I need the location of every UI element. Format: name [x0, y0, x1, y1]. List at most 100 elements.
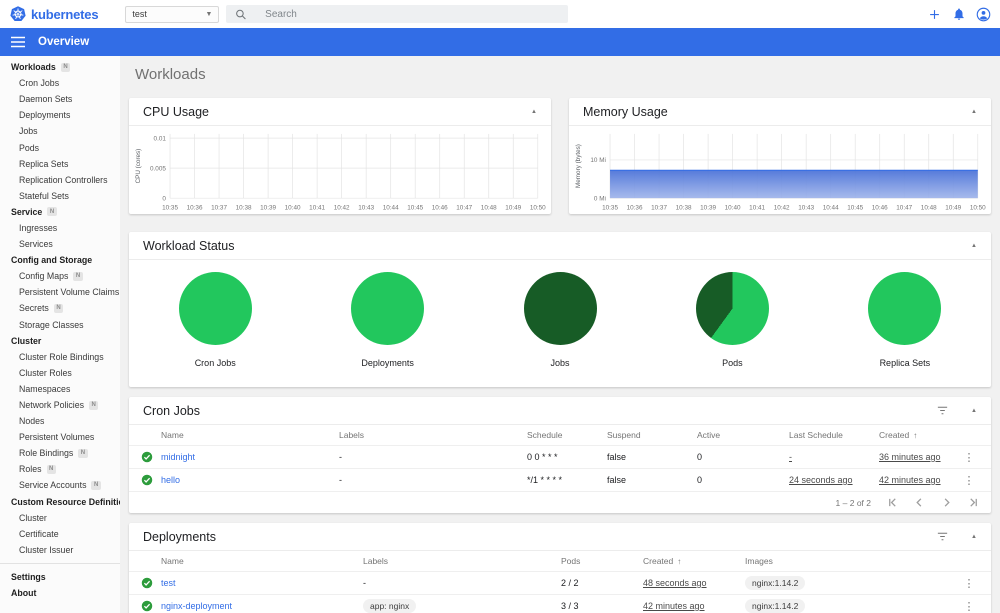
column-header-schedule[interactable]: Schedule — [527, 430, 607, 440]
resource-link[interactable]: midnight — [161, 452, 195, 462]
sidebar-item-cluster[interactable]: Cluster — [0, 510, 120, 526]
sidebar-item-label: Storage Classes — [19, 319, 84, 330]
resource-link[interactable]: hello — [161, 475, 180, 485]
sidebar-item-service-accounts[interactable]: Service Accounts N — [0, 477, 120, 493]
filter-icon[interactable] — [936, 530, 949, 543]
sidebar-item-deployments[interactable]: Deployments — [0, 107, 120, 123]
sidebar-item-pods[interactable]: Pods — [0, 139, 120, 155]
sidebar-item-cluster-issuer[interactable]: Cluster Issuer — [0, 542, 120, 558]
sidebar-item-certificate[interactable]: Certificate — [0, 526, 120, 542]
sidebar-item-about[interactable]: About — [0, 585, 120, 601]
collapse-icon[interactable]: ▲ — [971, 109, 977, 115]
row-menu-button[interactable]: ⋮ — [957, 451, 981, 464]
resource-link[interactable]: nginx-deployment — [161, 601, 232, 611]
column-header-created[interactable]: Created ↑ — [879, 430, 957, 440]
search-input[interactable] — [265, 8, 560, 20]
workload-status-pies: Cron Jobs Deployments Jobs Pods Replica Sets — [129, 260, 991, 368]
table-header-row: Name Labels Schedule Suspend Active Last Sche… — [129, 425, 991, 445]
sidebar-item-replication-controllers[interactable]: Replication Controllers — [0, 172, 120, 188]
column-header-active[interactable]: Active — [697, 430, 789, 440]
account-button[interactable] — [976, 7, 991, 22]
previous-page-button[interactable] — [914, 497, 925, 508]
cell-labels: - — [339, 475, 342, 485]
sidebar-item-custom-resource-definitions[interactable]: Custom Resource Definitions — [0, 494, 120, 510]
row-menu-button[interactable]: ⋮ — [957, 474, 981, 487]
last-page-button[interactable] — [968, 497, 979, 508]
collapse-icon[interactable]: ▲ — [971, 408, 977, 414]
column-header-pods[interactable]: Pods — [561, 556, 643, 566]
sidebar-item-cron-jobs[interactable]: Cron Jobs — [0, 75, 120, 91]
namespaced-badge: N — [47, 207, 57, 217]
column-header-name[interactable]: Name — [161, 430, 339, 440]
sidebar-item-workloads[interactable]: Workloads N — [0, 59, 120, 75]
row-menu-button[interactable]: ⋮ — [957, 577, 981, 590]
column-header-suspend[interactable]: Suspend — [607, 430, 697, 440]
sidebar-item-stateful-sets[interactable]: Stateful Sets — [0, 188, 120, 204]
image-chip: nginx:1.14.2 — [745, 576, 806, 590]
sidebar-item-label: Network Policies — [19, 400, 85, 411]
sidebar-item-label: Jobs — [19, 126, 38, 137]
sidebar-item-settings[interactable]: Settings — [0, 569, 120, 585]
kubernetes-logo-icon — [10, 6, 26, 22]
svg-text:10:43: 10:43 — [358, 205, 374, 212]
sidebar-item-cluster[interactable]: Cluster — [0, 333, 120, 349]
resource-link[interactable]: test — [161, 578, 176, 588]
sidebar-item-services[interactable]: Services — [0, 236, 120, 252]
sidebar-item-config-maps[interactable]: Config Maps N — [0, 268, 120, 284]
column-header-images[interactable]: Images — [745, 556, 957, 566]
sidebar: Workloads N Cron Jobs Daemon Sets Deployment… — [0, 56, 120, 613]
sidebar-item-storage-classes[interactable]: Storage Classes — [0, 317, 120, 333]
column-header-last-schedule[interactable]: Last Schedule — [789, 430, 879, 440]
create-resource-button[interactable] — [927, 7, 942, 22]
collapse-icon[interactable]: ▲ — [971, 534, 977, 540]
sidebar-item-nodes[interactable]: Nodes — [0, 413, 120, 429]
cell-active: 0 — [697, 452, 703, 462]
filter-icon[interactable] — [936, 404, 949, 417]
table-row: nginx-deployment app: nginx 3 / 3 42 minute… — [129, 594, 991, 613]
collapse-icon[interactable]: ▲ — [971, 243, 977, 249]
column-header-labels[interactable]: Labels — [339, 430, 527, 440]
next-page-button[interactable] — [941, 497, 952, 508]
sidebar-item-label: Cluster Roles — [19, 367, 72, 378]
app-header: kubernetes test ▼ — [0, 0, 1000, 28]
sidebar-item-ingresses[interactable]: Ingresses — [0, 220, 120, 236]
deployments-table: Name Labels Pods Created ↑ Images test - 2 / 2 48… — [129, 551, 991, 613]
sidebar-item-daemon-sets[interactable]: Daemon Sets — [0, 91, 120, 107]
sidebar-item-service[interactable]: Service N — [0, 204, 120, 220]
sidebar-item-persistent-volumes[interactable]: Persistent Volumes — [0, 429, 120, 445]
sidebar-item-roles[interactable]: Roles N — [0, 461, 120, 477]
sidebar-item-role-bindings[interactable]: Role Bindings N — [0, 445, 120, 461]
sidebar-item-config-and-storage[interactable]: Config and Storage — [0, 252, 120, 268]
search-bar[interactable] — [226, 5, 569, 23]
namespace-selector[interactable]: test ▼ — [125, 5, 220, 23]
sidebar-item-label: Roles — [19, 464, 42, 475]
first-page-button[interactable] — [887, 497, 898, 508]
column-header-labels[interactable]: Labels — [363, 556, 561, 566]
sidebar-divider — [0, 562, 120, 564]
column-header-name[interactable]: Name — [161, 556, 363, 566]
notifications-button[interactable] — [952, 7, 966, 21]
svg-text:10:39: 10:39 — [700, 205, 716, 212]
row-menu-button[interactable]: ⋮ — [957, 600, 981, 613]
cell-schedule: */1 * * * * — [527, 475, 563, 485]
sidebar-item-replica-sets[interactable]: Replica Sets — [0, 156, 120, 172]
sidebar-item-cluster-roles[interactable]: Cluster Roles — [0, 365, 120, 381]
sidebar-item-secrets[interactable]: Secrets N — [0, 300, 120, 316]
sidebar-item-namespaces[interactable]: Namespaces — [0, 381, 120, 397]
svg-text:10:38: 10:38 — [236, 205, 252, 212]
cell-labels: - — [339, 452, 342, 462]
sidebar-item-label: About — [11, 588, 37, 599]
menu-button[interactable] — [9, 34, 25, 50]
namespaced-badge: N — [78, 448, 88, 458]
sidebar-item-cluster-role-bindings[interactable]: Cluster Role Bindings — [0, 349, 120, 365]
pie-label: Pods — [722, 358, 743, 368]
column-header-created[interactable]: Created ↑ — [643, 556, 745, 566]
card-header: Workload Status ▲ — [129, 232, 991, 260]
collapse-icon[interactable]: ▲ — [531, 109, 537, 115]
sidebar-item-jobs[interactable]: Jobs — [0, 123, 120, 139]
sidebar-item-network-policies[interactable]: Network Policies N — [0, 397, 120, 413]
charts-row: CPU Usage ▲ 10:35 10:36 10:37 10:38 10:39 10:… — [129, 98, 991, 214]
namespaced-badge: N — [89, 400, 99, 410]
kubernetes-logo[interactable]: kubernetes — [10, 6, 99, 22]
sidebar-item-persistent-volume-claims[interactable]: Persistent Volume ClaimsN — [0, 284, 120, 300]
